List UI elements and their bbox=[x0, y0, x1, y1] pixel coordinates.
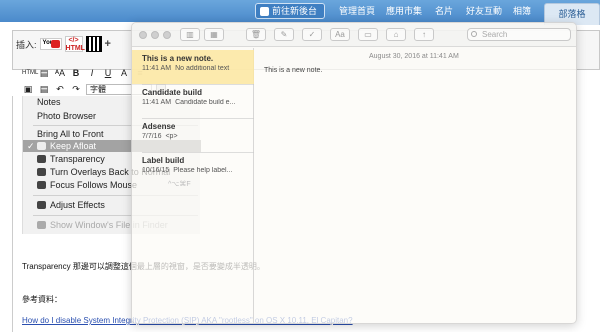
html-embed-icon[interactable]: </> HTML bbox=[64, 36, 85, 52]
attachments-icon[interactable]: ▦ bbox=[204, 28, 224, 41]
editor-left-border bbox=[12, 96, 13, 332]
blog-top-nav: 前往新後台 管理首頁 應用市集 名片 好友互動 相簿 bbox=[0, 0, 600, 22]
sidebar-toggle-icon[interactable]: ▥ bbox=[180, 28, 200, 41]
menu-item-label: Focus Follows Mouse bbox=[50, 180, 138, 190]
copy-format-icon[interactable]: ▤ bbox=[38, 68, 50, 79]
note-list-item[interactable]: Adsense 7/7/16 <p> bbox=[132, 118, 254, 152]
note-date: 10/16/15 bbox=[142, 167, 170, 174]
blog-icon bbox=[260, 6, 269, 16]
nav-link-album[interactable]: 相簿 bbox=[513, 4, 531, 18]
font-size-icon[interactable]: ᴬA bbox=[54, 68, 66, 79]
nav-link-card[interactable]: 名片 bbox=[435, 4, 453, 18]
nav-link-friends[interactable]: 好友互動 bbox=[466, 4, 502, 18]
paste-icon[interactable]: ▣ bbox=[22, 84, 34, 95]
youtube-icon[interactable]: You bbox=[39, 38, 62, 50]
notes-search-input[interactable]: Search bbox=[467, 28, 571, 41]
menu-item-label: Transparency bbox=[50, 154, 105, 164]
afloat-icon bbox=[37, 181, 46, 189]
italic-icon[interactable]: I bbox=[86, 68, 98, 79]
search-icon bbox=[471, 31, 477, 37]
zoom-window-icon[interactable] bbox=[163, 31, 171, 39]
close-window-icon[interactable] bbox=[139, 31, 147, 39]
checklist-icon[interactable]: ✓ bbox=[302, 28, 322, 41]
afloat-icon bbox=[37, 168, 46, 176]
delete-note-icon[interactable]: 🗑 bbox=[246, 28, 266, 41]
note-title: Candidate build bbox=[142, 88, 202, 97]
underline-icon[interactable]: U bbox=[102, 68, 114, 79]
paste-text-icon[interactable]: ▤ bbox=[38, 84, 50, 95]
go-new-backend-label: 前往新後台 bbox=[272, 6, 318, 16]
menu-item-label: Photo Browser bbox=[37, 111, 97, 121]
note-list-item[interactable]: Candidate build 11:41 AM Candidate build … bbox=[132, 84, 254, 118]
notes-window[interactable]: ▥ ▦ 🗑 ✎ ✓ Aa ▭ ⌂ ↑ Search This is a new … bbox=[131, 22, 577, 324]
qr-code-icon[interactable] bbox=[85, 36, 102, 52]
bold-icon[interactable]: B bbox=[70, 68, 82, 79]
shortcut-hint: ^⌥⌘F bbox=[168, 181, 191, 188]
note-preview: <p> bbox=[165, 133, 178, 140]
search-placeholder: Search bbox=[482, 30, 508, 39]
note-date: 11:41 AM bbox=[142, 99, 172, 106]
insert-toolbar: 插入: You </> HTML + bbox=[16, 34, 111, 54]
reference-label: 參考資料： bbox=[22, 295, 62, 304]
undo-icon[interactable]: ↶ bbox=[54, 84, 66, 95]
note-date: 7/7/16 bbox=[142, 133, 162, 140]
afloat-icon bbox=[37, 155, 46, 163]
afloat-icon bbox=[37, 221, 46, 229]
note-title: Adsense bbox=[142, 122, 176, 131]
note-list-item[interactable]: Label build 10/16/15 Please help label... bbox=[132, 152, 254, 186]
notes-list: This is a new note. 11:41 AM No additiona… bbox=[132, 48, 254, 323]
nav-link-app-market[interactable]: 應用市集 bbox=[386, 4, 422, 18]
new-note-icon[interactable]: ✎ bbox=[274, 28, 294, 41]
note-body-text[interactable]: This is a new note. bbox=[264, 67, 322, 74]
note-preview: Please help label... bbox=[173, 167, 233, 174]
share-icon[interactable]: ↑ bbox=[414, 28, 434, 41]
menu-item-label: Bring All to Front bbox=[37, 129, 104, 139]
go-new-backend-button[interactable]: 前往新後台 bbox=[255, 3, 326, 19]
note-preview: Candidate build e... bbox=[175, 99, 236, 106]
checkmark-icon: ✓ bbox=[27, 141, 35, 151]
redo-icon[interactable]: ↷ bbox=[70, 84, 82, 95]
text-style-icon[interactable]: Aa bbox=[330, 28, 350, 41]
add-photo-icon[interactable]: ▭ bbox=[358, 28, 378, 41]
afloat-icon bbox=[37, 201, 46, 209]
note-preview: No additional text bbox=[175, 65, 230, 72]
note-list-item[interactable]: This is a new note. 11:41 AM No additiona… bbox=[132, 50, 254, 84]
menu-item-label: Keep Afloat bbox=[50, 141, 97, 151]
nav-link-dashboard[interactable]: 管理首頁 bbox=[339, 4, 375, 18]
menu-item-label: Notes bbox=[37, 97, 61, 107]
format-toolbar: HTML ▤ ᴬA B I U A ≡ bbox=[22, 66, 146, 80]
screenshot-root: 前往新後台 管理首頁 應用市集 名片 好友互動 相簿 部落格 插入: You <… bbox=[0, 0, 600, 332]
window-controls bbox=[139, 31, 171, 39]
text-color-icon[interactable]: A bbox=[118, 68, 130, 79]
minimize-window-icon[interactable] bbox=[151, 31, 159, 39]
notes-toolbar: ▥ ▦ 🗑 ✎ ✓ Aa ▭ ⌂ ↑ Search bbox=[132, 23, 576, 47]
html-mode-icon[interactable]: HTML bbox=[22, 68, 38, 79]
insert-label: 插入: bbox=[16, 39, 37, 50]
add-icon[interactable]: + bbox=[105, 38, 111, 50]
menu-item-label: Adjust Effects bbox=[50, 200, 105, 210]
lock-note-icon[interactable]: ⌂ bbox=[386, 28, 406, 41]
note-date: 11:41 AM bbox=[142, 65, 172, 72]
afloat-icon bbox=[37, 142, 46, 150]
note-title: Label build bbox=[142, 156, 185, 165]
note-timestamp: August 30, 2016 at 11:41 AM bbox=[369, 53, 459, 60]
note-title: This is a new note. bbox=[142, 54, 214, 63]
